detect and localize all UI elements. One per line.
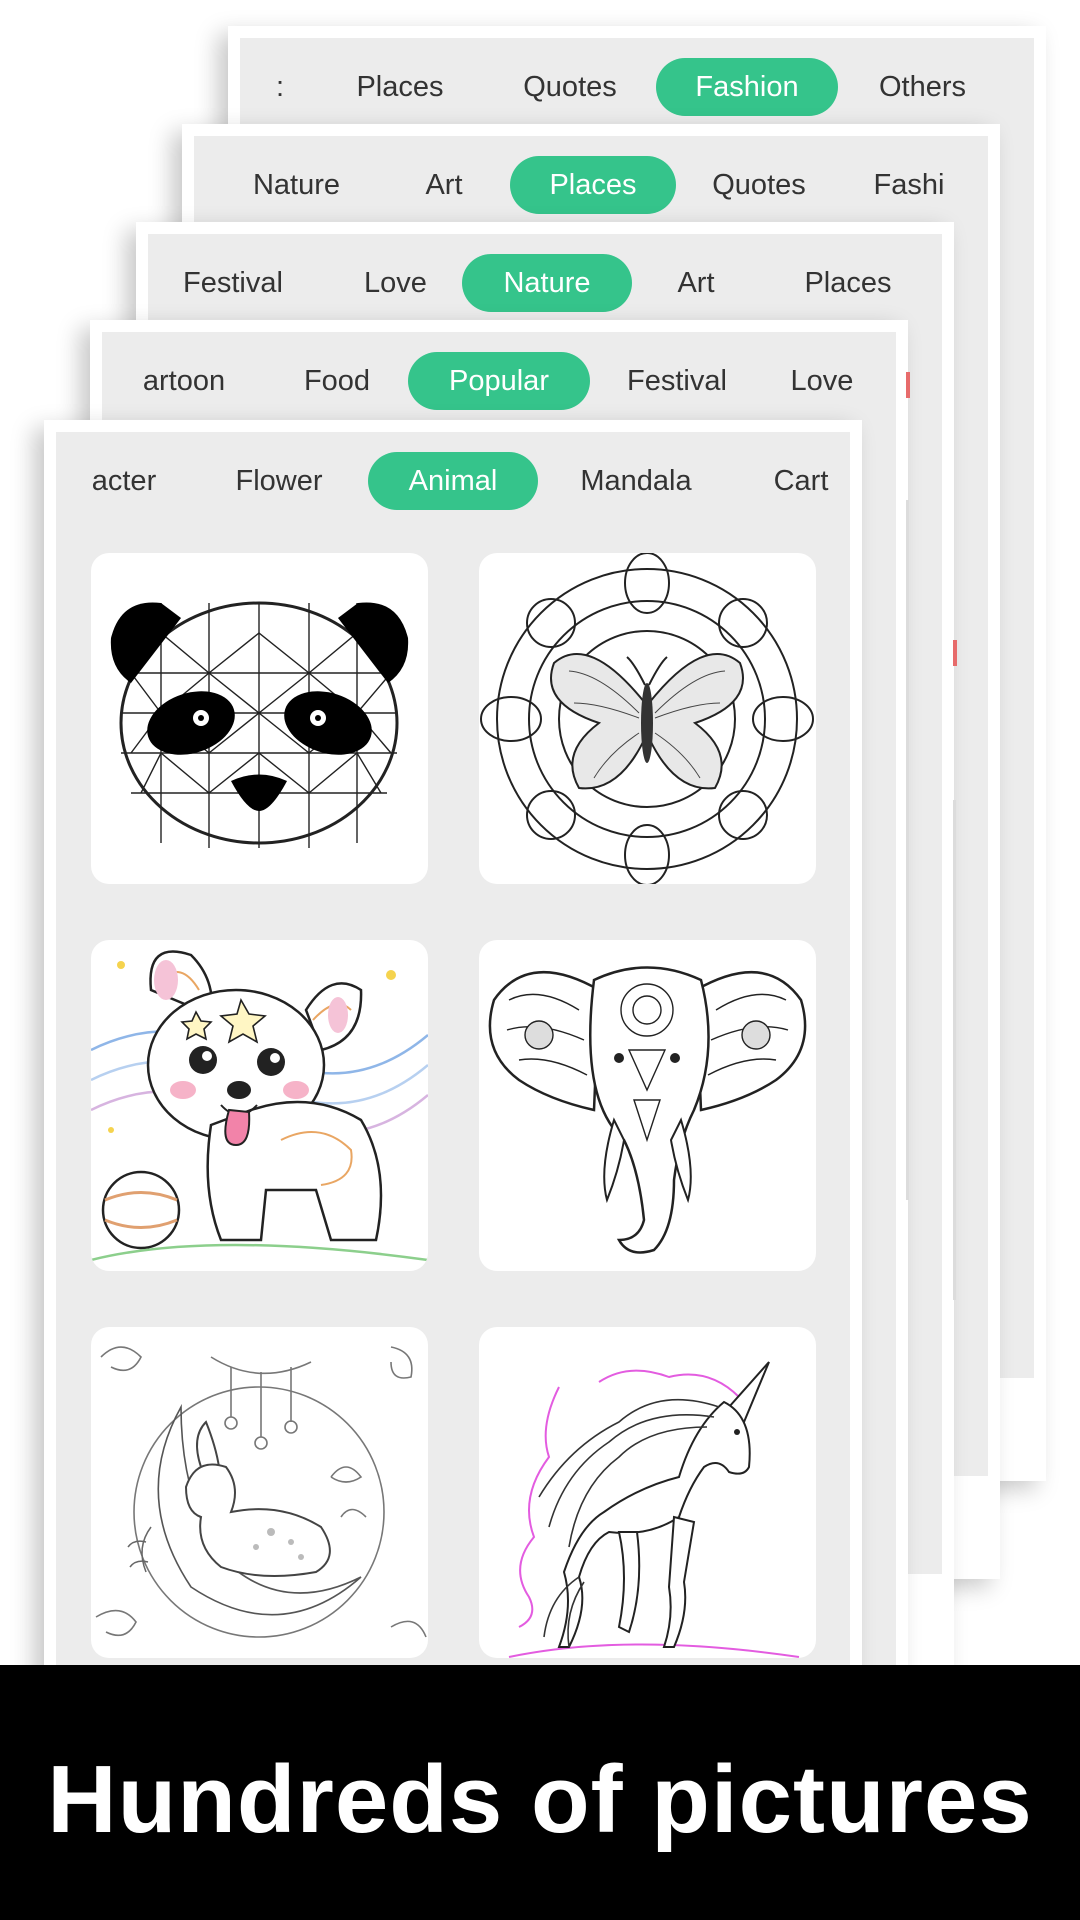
fawn-moon-icon (95, 1346, 427, 1638)
category-tabs: : Places Quotes Fashion Others (240, 38, 1034, 136)
picture-thumbnail-elephant[interactable] (479, 940, 816, 1271)
category-tabs: Festival Love Nature Art Places (148, 234, 942, 332)
tab-category[interactable]: Quotes (505, 58, 635, 116)
tab-category-active[interactable]: Popular (408, 352, 590, 410)
unicorn-icon (508, 1361, 800, 1658)
elephant-icon (488, 966, 807, 1254)
picture-thumbnail-fawn-moon[interactable] (91, 1327, 428, 1658)
tab-category[interactable]: acter (74, 452, 174, 510)
tab-category[interactable]: Mandala (561, 452, 711, 510)
tab-category-active[interactable]: Places (510, 156, 676, 214)
divider-line (906, 500, 909, 1200)
tab-category[interactable]: Love (348, 254, 443, 312)
panda-icon (110, 601, 409, 848)
tab-category-active[interactable]: Animal (368, 452, 538, 510)
category-tabs: Nature Art Places Quotes Fashi (194, 136, 988, 234)
screen-card-animal: acter Flower Animal Mandala Cart (44, 420, 862, 1665)
tab-category[interactable]: Fashi (854, 156, 964, 214)
tab-category[interactable]: Others (860, 58, 985, 116)
tab-category[interactable]: Festival (612, 352, 742, 410)
screens-stack: : Places Quotes Fashion Others Nature Ar… (0, 0, 1080, 1665)
tab-category[interactable]: Festival (168, 254, 298, 312)
tab-category[interactable]: Love (782, 352, 862, 410)
tab-category[interactable]: Food (292, 352, 382, 410)
tab-category[interactable]: Places (345, 58, 455, 116)
tab-category-active[interactable]: Fashion (656, 58, 838, 116)
tab-category[interactable]: Flower (224, 452, 334, 510)
category-tabs: artoon Food Popular Festival Love (102, 332, 896, 430)
tab-category[interactable]: artoon (124, 352, 244, 410)
category-tabs: acter Flower Animal Mandala Cart (56, 432, 850, 530)
tab-category[interactable]: Art (404, 156, 484, 214)
tab-category[interactable]: Nature (234, 156, 359, 214)
caption-text: Hundreds of pictures (47, 1746, 1033, 1853)
caption-banner: Hundreds of pictures (0, 1665, 1080, 1920)
tab-category[interactable]: Art (656, 254, 736, 312)
tab-category[interactable]: Places (788, 254, 908, 312)
butterfly-mandala-icon (480, 553, 814, 884)
divider-line (953, 800, 956, 1300)
picture-thumbnail-unicorn[interactable] (479, 1327, 816, 1658)
picture-thumbnail-butterfly-mandala[interactable] (479, 553, 816, 884)
picture-thumbnail-corgi[interactable] (91, 940, 428, 1271)
corgi-icon (91, 950, 428, 1262)
tab-category[interactable]: Quotes (694, 156, 824, 214)
scroll-marker (953, 640, 957, 666)
tab-category-active[interactable]: Nature (462, 254, 632, 312)
scroll-marker (906, 372, 910, 398)
picture-thumbnail-panda[interactable] (91, 553, 428, 884)
tab-category[interactable]: : (270, 58, 290, 116)
tab-category[interactable]: Cart (761, 452, 841, 510)
